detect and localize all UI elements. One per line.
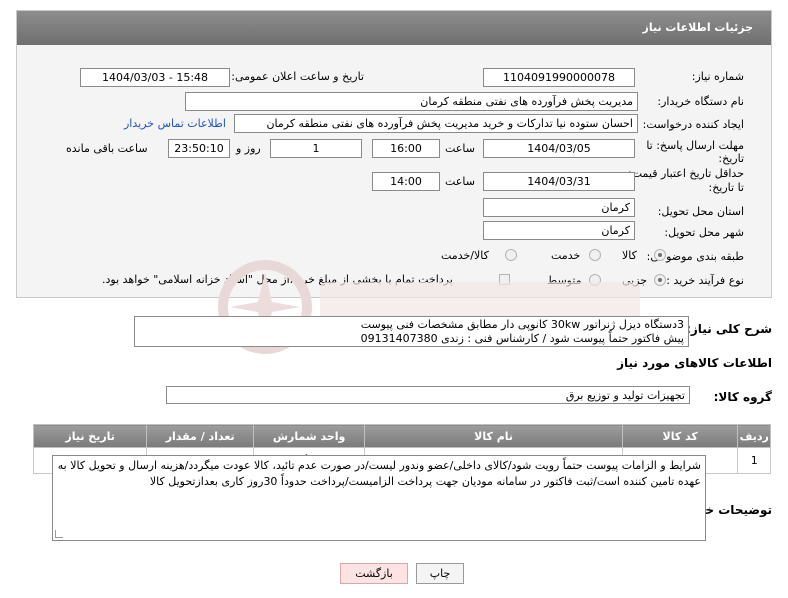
treasury-payment-checkbox[interactable] [499, 274, 510, 285]
price-validity-label-2: تا تاریخ: [708, 181, 744, 194]
goods-section-title: اطلاعات کالاهای مورد نیاز [617, 356, 772, 370]
col-unit: واحد شمارش [253, 424, 366, 448]
requester-field: احسان ستوده نیا تدارکات و خرید مدیریت پخ… [234, 114, 638, 133]
process-medium-label: متوسط [547, 274, 582, 287]
col-quantity: تعداد / مقدار [146, 424, 255, 448]
category-radio-goods[interactable] [654, 249, 666, 261]
remaining-time-field: 23:50:10 [168, 139, 230, 158]
description-label: شرح کلی نیاز: [686, 322, 772, 336]
remaining-word: ساعت باقی مانده [66, 142, 148, 155]
requester-label: ایجاد کننده درخواست: [642, 118, 744, 131]
province-label: استان محل تحویل: [657, 205, 744, 218]
category-radio-goods-service[interactable] [505, 249, 517, 261]
col-item-code: کد کالا [621, 424, 739, 448]
process-minor-label: جزیی [622, 274, 648, 287]
need-number-label: شماره نیاز: [691, 70, 744, 83]
validity-time-word: ساعت [445, 175, 475, 188]
category-service-label: خدمت [551, 249, 581, 262]
city-field: کرمان [483, 221, 635, 240]
province-field: کرمان [483, 198, 635, 217]
process-label: نوع فرآیند خرید : [666, 274, 744, 287]
print-button[interactable]: چاپ [416, 563, 464, 584]
col-item-name: نام کالا [364, 424, 623, 448]
goods-group-label: گروه کالا: [713, 390, 772, 404]
validity-time-field: 14:00 [372, 172, 440, 191]
validity-date-field: 1404/03/31 [483, 172, 635, 191]
process-radio-minor[interactable] [654, 274, 666, 286]
back-button[interactable]: بازگشت [340, 563, 408, 584]
buyer-org-field: مدیریت پخش فرآورده های نفتی منطقه کرمان [185, 92, 638, 111]
buyer-contact-link[interactable]: اطلاعات تماس خریدار [124, 117, 226, 130]
col-row-number: ردیف [737, 424, 771, 448]
description-line-1: 3دستگاه دیزل ژنراتور 30kw کانوپی دار مطا… [360, 318, 684, 331]
days-remaining-field: 1 [270, 139, 362, 158]
send-deadline-label-2: تاریخ: [718, 152, 744, 165]
city-label: شهر محل تحویل: [664, 226, 744, 239]
need-number-field: 1104091990000078 [483, 68, 635, 87]
price-validity-label: حداقل تاریخ اعتبار قیمت: [628, 167, 744, 180]
buyer-notes-textarea[interactable]: شرایط و الزامات پیوست حتماً رویت شود/کال… [52, 455, 706, 541]
buyer-notes-text: شرایط و الزامات پیوست حتماً رویت شود/کال… [57, 459, 701, 488]
goods-group-field: تجهیزات تولید و توزیع برق [166, 386, 690, 404]
category-goods-label: کالا [622, 249, 637, 262]
cell-row-number: 1 [737, 447, 771, 474]
panel-header: جزئیات اطلاعات نیاز [17, 11, 771, 45]
page-title: جزئیات اطلاعات نیاز [642, 21, 754, 34]
payment-note: پرداخت تمام یا بخشی از مبلغ خرید،از محل … [102, 273, 453, 286]
col-need-date: تاریخ نیاز [32, 424, 148, 448]
resize-handle-icon[interactable] [55, 530, 63, 538]
days-word: روز و [236, 142, 261, 155]
goods-table-header: ردیف کد کالا نام کالا واحد شمارش تعداد /… [32, 424, 771, 448]
send-time-word: ساعت [445, 142, 475, 155]
buyer-org-label: نام دستگاه خریدار: [657, 95, 744, 108]
category-goods-service-label: کالا/خدمت [441, 249, 489, 262]
send-time-field: 16:00 [372, 139, 440, 158]
announce-label: تاریخ و ساعت اعلان عمومی: [231, 70, 364, 83]
description-textarea[interactable]: 3دستگاه دیزل ژنراتور 30kw کانوپی دار مطا… [134, 316, 689, 347]
process-radio-medium[interactable] [589, 274, 601, 286]
announce-datetime-field: 1404/03/03 - 15:48 [80, 68, 230, 87]
send-date-field: 1404/03/05 [483, 139, 635, 158]
description-line-2: پیش فاکتور حتماً پیوست شود / کارشناس فنی… [360, 332, 684, 345]
send-deadline-label: مهلت ارسال پاسخ: تا [646, 139, 744, 152]
category-radio-service[interactable] [589, 249, 601, 261]
